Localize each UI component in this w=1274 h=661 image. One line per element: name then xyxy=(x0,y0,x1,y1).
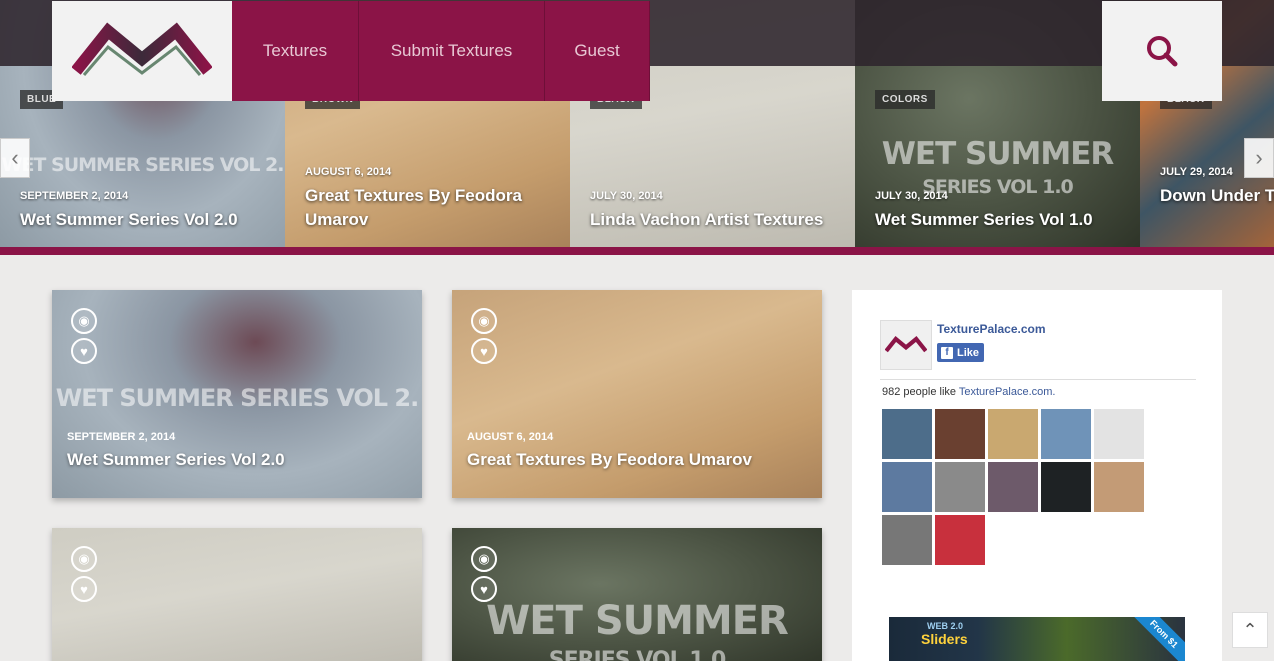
texture-card[interactable]: ◉ ♥ xyxy=(52,528,422,661)
fan-avatar[interactable] xyxy=(988,409,1038,459)
texture-card[interactable]: ◉ ♥ WET SUMMER SERIES VOL 2. SEPTEMBER 2… xyxy=(52,290,422,498)
view-button[interactable]: ◉ xyxy=(471,546,497,572)
slide-date: SEPTEMBER 2, 2014 xyxy=(20,190,129,202)
texture-card[interactable]: ◉ ♥ WET SUMMER SERIES VOL 1.0 xyxy=(452,528,822,661)
slide-date: AUGUST 6, 2014 xyxy=(305,166,392,178)
scroll-to-top-button[interactable]: ⌃ xyxy=(1232,612,1268,648)
divider xyxy=(880,379,1196,380)
texture-card[interactable]: ◉ ♥ AUGUST 6, 2014 Great Textures By Feo… xyxy=(452,290,822,498)
slide-title[interactable]: Wet Summer Series Vol 1.0 xyxy=(875,208,1130,232)
view-button[interactable]: ◉ xyxy=(71,308,97,334)
nav-textures[interactable]: Textures xyxy=(232,1,359,101)
facebook-page-avatar[interactable] xyxy=(880,320,932,370)
logo-mark-icon xyxy=(72,22,212,76)
fan-avatar[interactable] xyxy=(882,462,932,512)
card-title[interactable]: Great Textures By Feodora Umarov xyxy=(467,450,752,470)
slider-prev-button[interactable]: ‹ xyxy=(0,138,30,178)
fan-avatar[interactable] xyxy=(1094,462,1144,512)
fan-avatar[interactable] xyxy=(935,462,985,512)
card-title[interactable]: Wet Summer Series Vol 2.0 xyxy=(67,450,285,470)
logo-mark-icon xyxy=(885,336,927,353)
ad-text: WEB 2.0 xyxy=(927,621,964,631)
heart-icon: ♥ xyxy=(480,343,488,359)
facebook-page-link[interactable]: TexturePalace.com. xyxy=(959,386,1056,398)
heart-icon: ♥ xyxy=(480,581,488,597)
fan-avatar[interactable] xyxy=(935,515,985,565)
main-nav: Textures Submit Textures Guest xyxy=(232,1,650,101)
slide-title[interactable]: Great Textures By Feodora Umarov xyxy=(305,184,560,232)
image-watermark: WET SUMMER xyxy=(486,598,789,644)
slide-date: JULY 29, 2014 xyxy=(1160,166,1233,178)
slide-title[interactable]: Linda Vachon Artist Textures xyxy=(590,208,845,232)
chevron-up-icon: ⌃ xyxy=(1242,619,1258,640)
facebook-icon: f xyxy=(941,346,953,359)
slider-next-button[interactable]: › xyxy=(1244,138,1274,178)
heart-icon: ♥ xyxy=(80,343,88,359)
like-label: Like xyxy=(957,346,980,359)
facebook-fan-faces xyxy=(882,409,1152,565)
nav-guest[interactable]: Guest xyxy=(545,1,650,101)
chevron-left-icon: ‹ xyxy=(11,145,19,170)
fan-avatar[interactable] xyxy=(882,409,932,459)
fan-avatar[interactable] xyxy=(935,409,985,459)
heart-icon: ♥ xyxy=(80,581,88,597)
like-button[interactable]: ♥ xyxy=(71,576,97,602)
search-button[interactable] xyxy=(1102,1,1222,101)
slide-date: JULY 30, 2014 xyxy=(590,190,663,202)
fan-avatar[interactable] xyxy=(882,515,932,565)
image-watermark: WET SUMMER SERIES VOL 2. xyxy=(1,154,285,176)
like-count-text: 982 people like xyxy=(882,386,959,398)
facebook-page-name[interactable]: TexturePalace.com xyxy=(937,322,1046,336)
like-button[interactable]: ♥ xyxy=(71,338,97,364)
eye-icon: ◉ xyxy=(478,313,490,328)
eye-icon: ◉ xyxy=(78,313,90,328)
like-button[interactable]: ♥ xyxy=(471,338,497,364)
image-watermark: WET SUMMER xyxy=(881,136,1115,172)
slide-title[interactable]: Wet Summer Series Vol 2.0 xyxy=(20,208,275,232)
view-button[interactable]: ◉ xyxy=(471,308,497,334)
facebook-like-button[interactable]: f Like xyxy=(937,343,984,362)
accent-bar xyxy=(0,247,1274,255)
facebook-like-count: 982 people like TexturePalace.com. xyxy=(882,386,1055,398)
fan-avatar[interactable] xyxy=(1041,409,1091,459)
card-date: SEPTEMBER 2, 2014 xyxy=(67,431,176,443)
eye-icon: ◉ xyxy=(78,551,90,566)
site-logo[interactable] xyxy=(52,1,232,101)
ad-text: Sliders xyxy=(921,631,968,647)
slide-date: JULY 30, 2014 xyxy=(875,190,948,202)
ad-ribbon: From $1 xyxy=(1132,617,1185,661)
card-date: AUGUST 6, 2014 xyxy=(467,431,554,443)
slide-title[interactable]: Down Under Te Dietmar xyxy=(1160,184,1274,208)
eye-icon: ◉ xyxy=(478,551,490,566)
search-icon xyxy=(1147,36,1178,67)
fan-avatar[interactable] xyxy=(1094,409,1144,459)
nav-submit-textures[interactable]: Submit Textures xyxy=(359,1,545,101)
fan-avatar[interactable] xyxy=(1041,462,1091,512)
view-button[interactable]: ◉ xyxy=(71,546,97,572)
fan-avatar[interactable] xyxy=(988,462,1038,512)
chevron-right-icon: › xyxy=(1255,145,1263,170)
image-watermark: WET SUMMER SERIES VOL 2. xyxy=(55,384,420,412)
sidebar: TexturePalace.com f Like 982 people like… xyxy=(852,290,1222,661)
category-badge[interactable]: COLORS xyxy=(875,90,935,109)
advertisement-banner[interactable]: WEB 2.0 Sliders From $1 xyxy=(889,617,1185,661)
card-image xyxy=(52,528,422,661)
image-watermark: SERIES VOL 1.0 xyxy=(548,648,727,661)
